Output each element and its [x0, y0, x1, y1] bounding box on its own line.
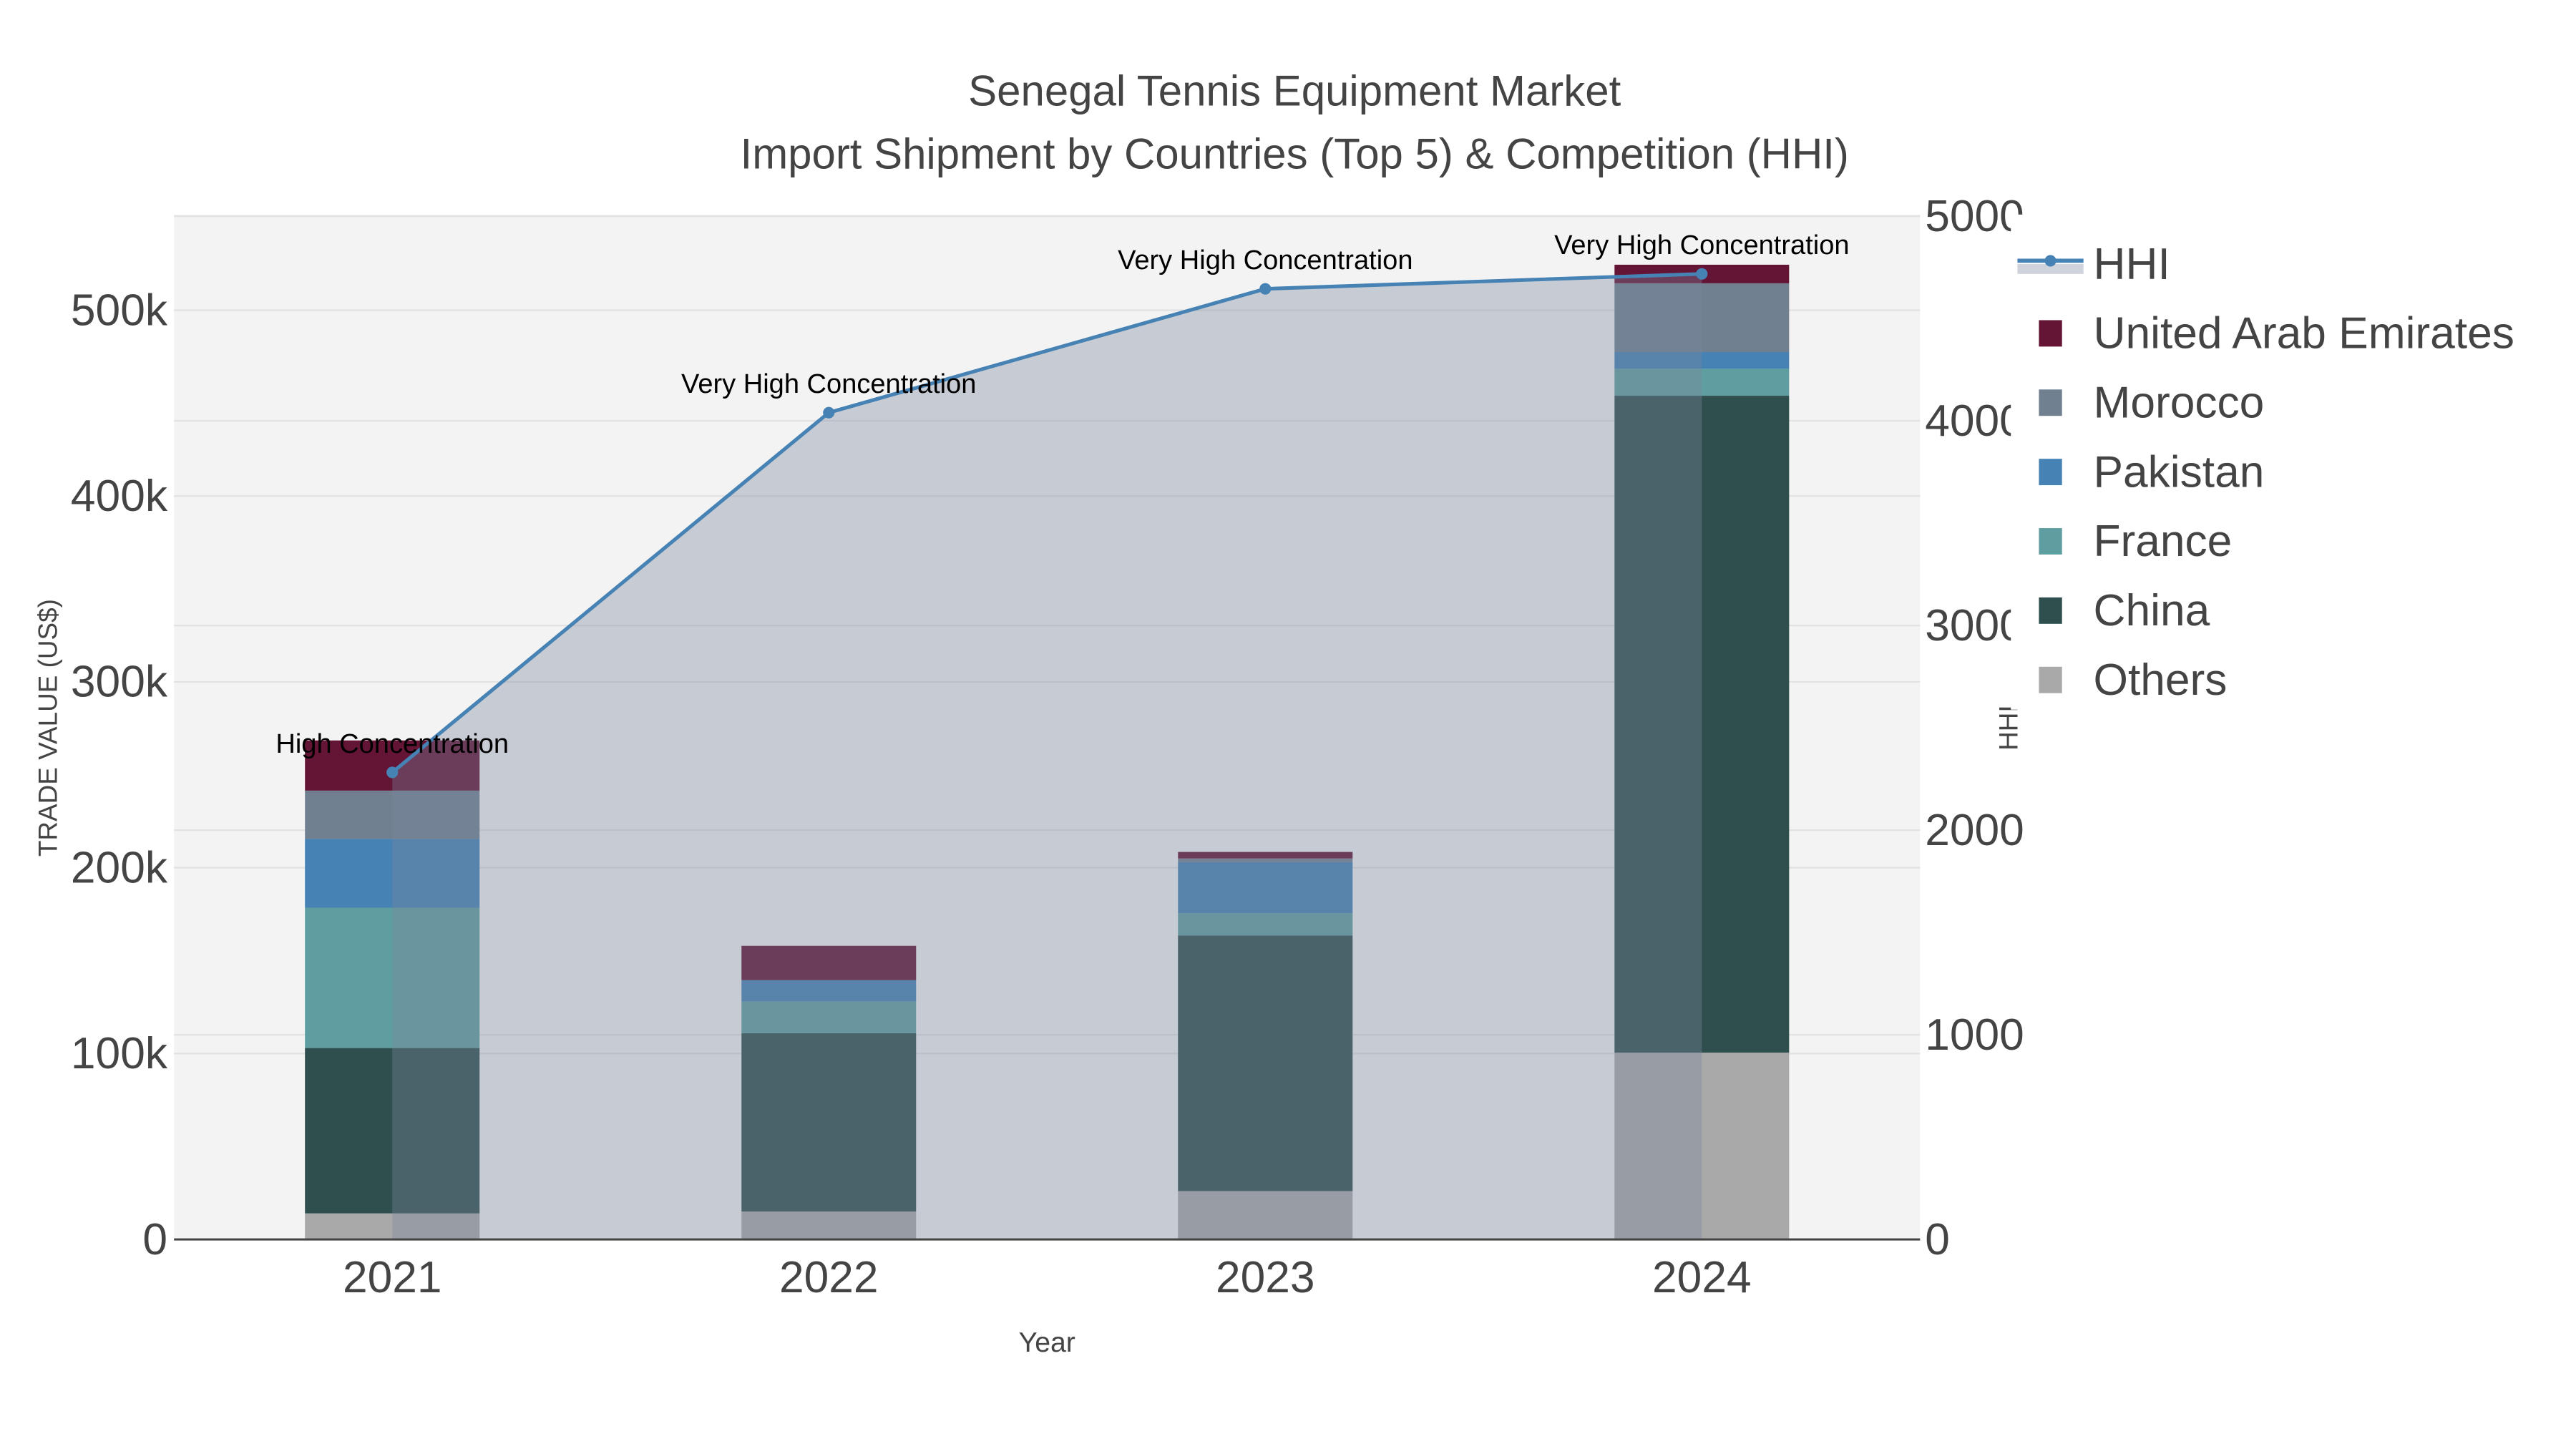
y-axis-title: TRADE VALUE (US$) [33, 599, 62, 857]
hhi-annotation: Very High Concentration [681, 369, 976, 399]
y-tick-label: 100k [71, 1029, 168, 1078]
y-tick-label: 500k [71, 286, 168, 335]
hhi-point-2022 [823, 406, 835, 419]
legend-swatch [2039, 597, 2062, 624]
hhi-point-2024 [1696, 268, 1708, 280]
chart-title: Senegal Tennis Equipment Market [968, 67, 1621, 115]
y2-axis-title: HHI [1994, 705, 2023, 751]
legend-label: Pakistan [2094, 447, 2265, 497]
legend-label: China [2094, 586, 2210, 635]
legend-label: France [2094, 517, 2233, 566]
legend-label: Others [2094, 655, 2228, 705]
legend-swatch [2039, 320, 2062, 347]
y-tick-label: 400k [71, 472, 168, 521]
hhi-point-2021 [386, 766, 399, 779]
legend-label: United Arab Emirates [2094, 309, 2514, 358]
legend-swatch [2039, 459, 2062, 486]
y-tick-label: 0 [142, 1215, 167, 1264]
x-axis-ticks: 2021 2022 2023 2024 [343, 1253, 1752, 1302]
x-axis-title: Year [1019, 1327, 1075, 1358]
legend-swatch [2039, 389, 2062, 416]
chart: High Concentration Very High Concentratio… [33, 67, 2575, 1358]
chart-subtitle: Import Shipment by Countries (Top 5) & C… [741, 130, 1849, 177]
hhi-annotation: Very High Concentration [1554, 230, 1849, 260]
y2-tick-label: 1000 [1925, 1010, 2024, 1060]
x-tick-label: 2021 [343, 1253, 442, 1302]
legend-swatch [2039, 666, 2062, 693]
y-axis-ticks: 0 100k 200k 300k 400k 500k [71, 286, 168, 1264]
y2-tick-label: 3000 [1925, 601, 2024, 650]
x-tick-label: 2023 [1216, 1253, 1315, 1302]
hhi-annotation: Very High Concentration [1118, 245, 1413, 275]
y2-tick-label: 2000 [1925, 806, 2024, 855]
legend-item-united-arab-emirates[interactable]: United Arab Emirates [2039, 309, 2514, 358]
legend-label: Morocco [2094, 379, 2265, 428]
x-tick-label: 2024 [1652, 1253, 1752, 1302]
legend-label: HHI [2094, 240, 2170, 289]
hhi-point-2023 [1259, 283, 1272, 295]
y2-tick-label: 0 [1925, 1215, 1950, 1264]
legend-swatch-marker [2044, 255, 2057, 267]
x-tick-label: 2022 [779, 1253, 879, 1302]
y2-tick-label: 4000 [1925, 396, 2024, 446]
y-tick-label: 300k [71, 658, 168, 707]
hhi-annotation: High Concentration [275, 729, 509, 759]
y2-tick-label: 5000 [1925, 192, 2024, 241]
y-tick-label: 200k [71, 843, 168, 892]
legend-swatch [2039, 528, 2062, 555]
